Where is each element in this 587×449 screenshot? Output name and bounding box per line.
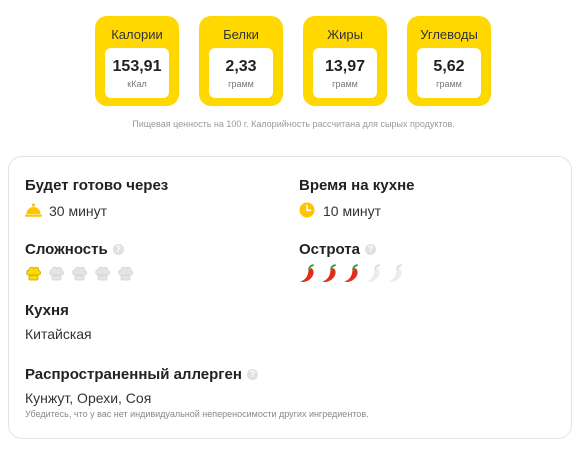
spiciness-title: Острота? [299, 241, 376, 258]
cuisine-value: Китайская [25, 326, 92, 342]
calories-card: Калории 153,91 кКал [95, 16, 179, 106]
chili-pepper-icon [344, 264, 358, 282]
spiciness-title-text: Острота [299, 241, 360, 258]
cloche-icon [25, 203, 42, 217]
cuisine-title: Кухня [25, 302, 69, 319]
difficulty-help-icon[interactable]: ? [112, 244, 124, 255]
chef-hat-icon [118, 266, 133, 281]
protein-box: 2,33 грамм [209, 48, 273, 98]
fat-value: 13,97 [324, 58, 366, 75]
chili-pepper-icon [322, 264, 336, 282]
difficulty-title: Сложность? [25, 241, 124, 258]
carbs-box: 5,62 грамм [417, 48, 481, 98]
carbs-unit: грамм [436, 79, 462, 89]
spiciness-help-icon[interactable]: ? [365, 244, 376, 255]
allergen-title-text: Распространенный аллерген [25, 366, 242, 383]
allergen-title: Распространенный аллерген? [25, 366, 258, 383]
fat-unit: грамм [332, 79, 358, 89]
protein-value: 2,33 [225, 58, 257, 75]
difficulty-title-text: Сложность [25, 241, 108, 258]
difficulty-rating [25, 265, 145, 283]
carbs-card: Углеводы 5,62 грамм [407, 16, 491, 106]
allergen-value: Кунжут, Орехи, Соя [25, 390, 152, 406]
calories-label: Калории [111, 27, 163, 42]
nutrition-note: Пищевая ценность на 100 г. Калорийность … [132, 119, 455, 129]
chef-hat-icon [95, 266, 110, 281]
spiciness-rating [299, 264, 419, 284]
calories-unit: кКал [127, 79, 147, 89]
carbs-label: Углеводы [420, 27, 478, 42]
kitchen-value: 10 минут [323, 203, 382, 219]
fat-card: Жиры 13,97 грамм [303, 16, 387, 106]
allergen-help-icon[interactable]: ? [246, 369, 258, 380]
recipe-info-panel: Будет готово через 30 минут Время на кух… [8, 156, 572, 439]
chef-hat-icon [26, 266, 41, 281]
clock-icon [299, 202, 315, 218]
nutrition-row: Калории 153,91 кКал Белки 2,33 грамм Жир… [0, 16, 587, 106]
ready-title: Будет готово через [25, 177, 169, 194]
chili-pepper-icon [300, 264, 314, 282]
chef-hat-icon [72, 266, 87, 281]
calories-box: 153,91 кКал [105, 48, 169, 98]
ready-value: 30 минут [49, 203, 108, 219]
protein-label: Белки [223, 27, 259, 42]
calories-value: 153,91 [112, 58, 162, 75]
protein-unit: грамм [228, 79, 254, 89]
allergen-note: Убедитесь, что у вас нет индивидуальной … [25, 409, 369, 419]
fat-box: 13,97 грамм [313, 48, 377, 98]
carbs-value: 5,62 [433, 58, 465, 75]
protein-card: Белки 2,33 грамм [199, 16, 283, 106]
chili-pepper-icon [388, 264, 402, 282]
kitchen-title: Время на кухне [299, 177, 415, 194]
fat-label: Жиры [327, 27, 363, 42]
chef-hat-icon [49, 266, 64, 281]
chili-pepper-icon [366, 264, 380, 282]
